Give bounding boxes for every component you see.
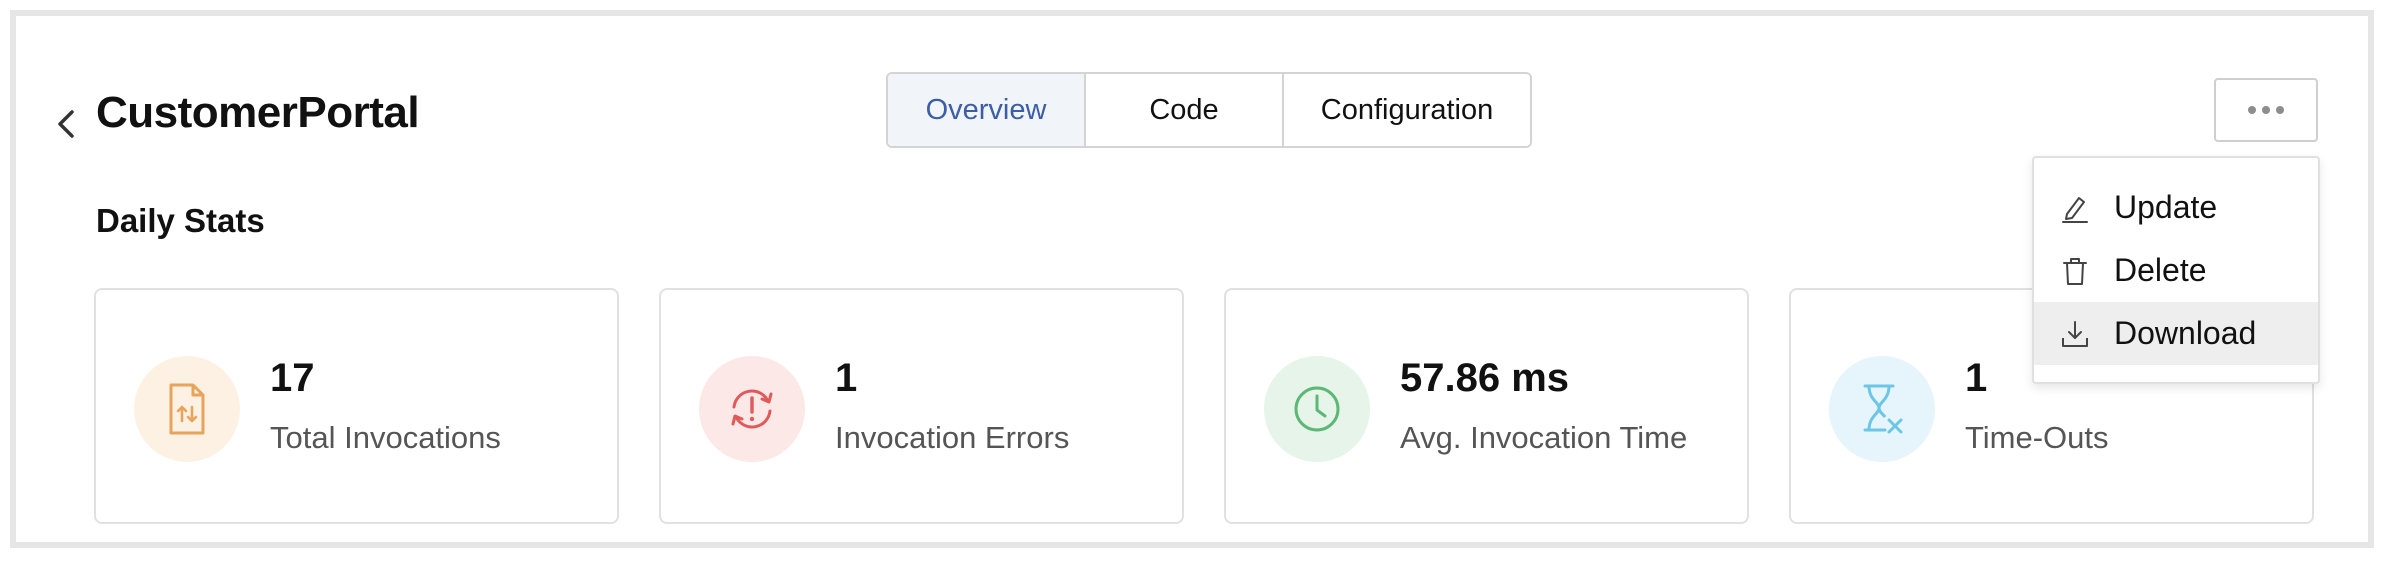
hourglass-x-icon <box>1829 356 1935 462</box>
stat-label: Time-Outs <box>1965 420 2109 455</box>
menu-item-label: Download <box>2114 315 2257 351</box>
more-options-button[interactable] <box>2214 78 2318 142</box>
edit-icon <box>2058 191 2092 225</box>
page-frame: CustomerPortal Overview Code Configurati… <box>10 10 2374 548</box>
file-transfer-icon <box>134 356 240 462</box>
back-button[interactable] <box>46 100 86 148</box>
tab-code[interactable]: Code <box>1086 74 1284 146</box>
stat-value: 57.86 ms <box>1400 356 1570 400</box>
stat-value: 1 <box>835 356 858 400</box>
more-dot-icon <box>2248 106 2256 114</box>
more-dot-icon <box>2262 106 2270 114</box>
stat-label: Total Invocations <box>270 420 501 455</box>
section-title: Daily Stats <box>96 202 265 239</box>
stat-value: 1 <box>1965 356 1988 400</box>
tab-group: Overview Code Configuration <box>886 72 1532 148</box>
menu-item-update[interactable]: Update <box>2034 176 2318 239</box>
tab-overview[interactable]: Overview <box>888 74 1086 146</box>
more-options-menu: Update Delete Download <box>2032 156 2320 384</box>
tab-configuration[interactable]: Configuration <box>1284 74 1530 146</box>
menu-item-label: Update <box>2114 189 2218 225</box>
download-icon <box>2058 317 2092 351</box>
stat-card-total-invocations: 17 Total Invocations <box>94 288 619 524</box>
trash-icon <box>2058 254 2092 288</box>
chevron-left-icon <box>58 110 74 138</box>
more-dot-icon <box>2276 106 2284 114</box>
page-title: CustomerPortal <box>96 88 420 137</box>
clock-icon <box>1264 356 1370 462</box>
stat-card-avg-invocation-time: 57.86 ms Avg. Invocation Time <box>1224 288 1749 524</box>
stat-label: Avg. Invocation Time <box>1400 420 1688 455</box>
menu-item-label: Delete <box>2114 252 2207 288</box>
stat-value: 17 <box>270 356 315 400</box>
error-refresh-icon <box>699 356 805 462</box>
menu-item-delete[interactable]: Delete <box>2034 239 2318 302</box>
stat-card-invocation-errors: 1 Invocation Errors <box>659 288 1184 524</box>
stat-label: Invocation Errors <box>835 420 1070 455</box>
menu-item-download[interactable]: Download <box>2034 302 2318 365</box>
